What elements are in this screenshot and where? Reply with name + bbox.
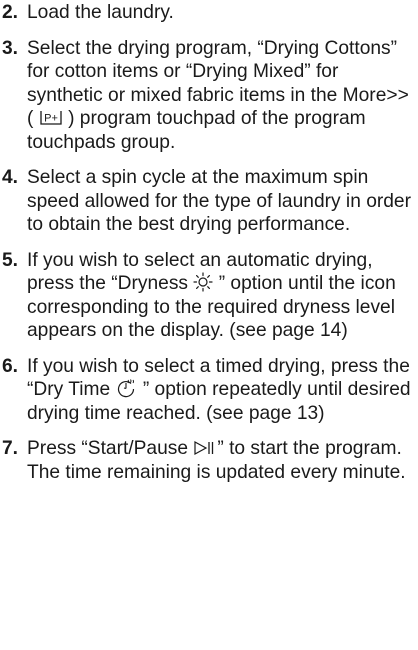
dry-time-clock-icon: [115, 378, 137, 398]
step-number: 6.: [2, 355, 19, 377]
step-6: 6. If you wish to select a timed drying, …: [2, 355, 418, 426]
sun-icon: [193, 272, 213, 292]
step-4: 4. Select a spin cycle at the maximum spi…: [2, 166, 418, 237]
start-pause-icon: [193, 439, 217, 457]
p-plus-icon: P+: [39, 108, 63, 127]
step-text: Load the laundry.: [27, 2, 174, 23]
step-2: 2. Load the laundry.: [2, 1, 418, 25]
step-text: Select a spin cycle at the maximum spin …: [27, 167, 411, 235]
p-plus-icon-label: P+: [44, 113, 58, 125]
step-number: 7.: [2, 438, 19, 459]
step-number: 4.: [2, 167, 19, 188]
step-text-after-icon: ) program touchpad of the program touchp…: [27, 108, 366, 153]
step-3: 3. Select the drying program, “Drying Cot…: [2, 37, 418, 155]
step-number: 2.: [2, 2, 19, 23]
step-number: 3.: [2, 37, 19, 59]
step-7: 7. Press “Start/Pause ” to start the prog…: [2, 437, 418, 484]
step-number: 5.: [2, 249, 19, 271]
step-5: 5. If you wish to select an automatic dry…: [2, 249, 418, 343]
instruction-page: 2. Load the laundry. 3. Select the drying …: [0, 0, 418, 650]
step-text-before-icon: Press “Start/Pause: [27, 438, 194, 459]
